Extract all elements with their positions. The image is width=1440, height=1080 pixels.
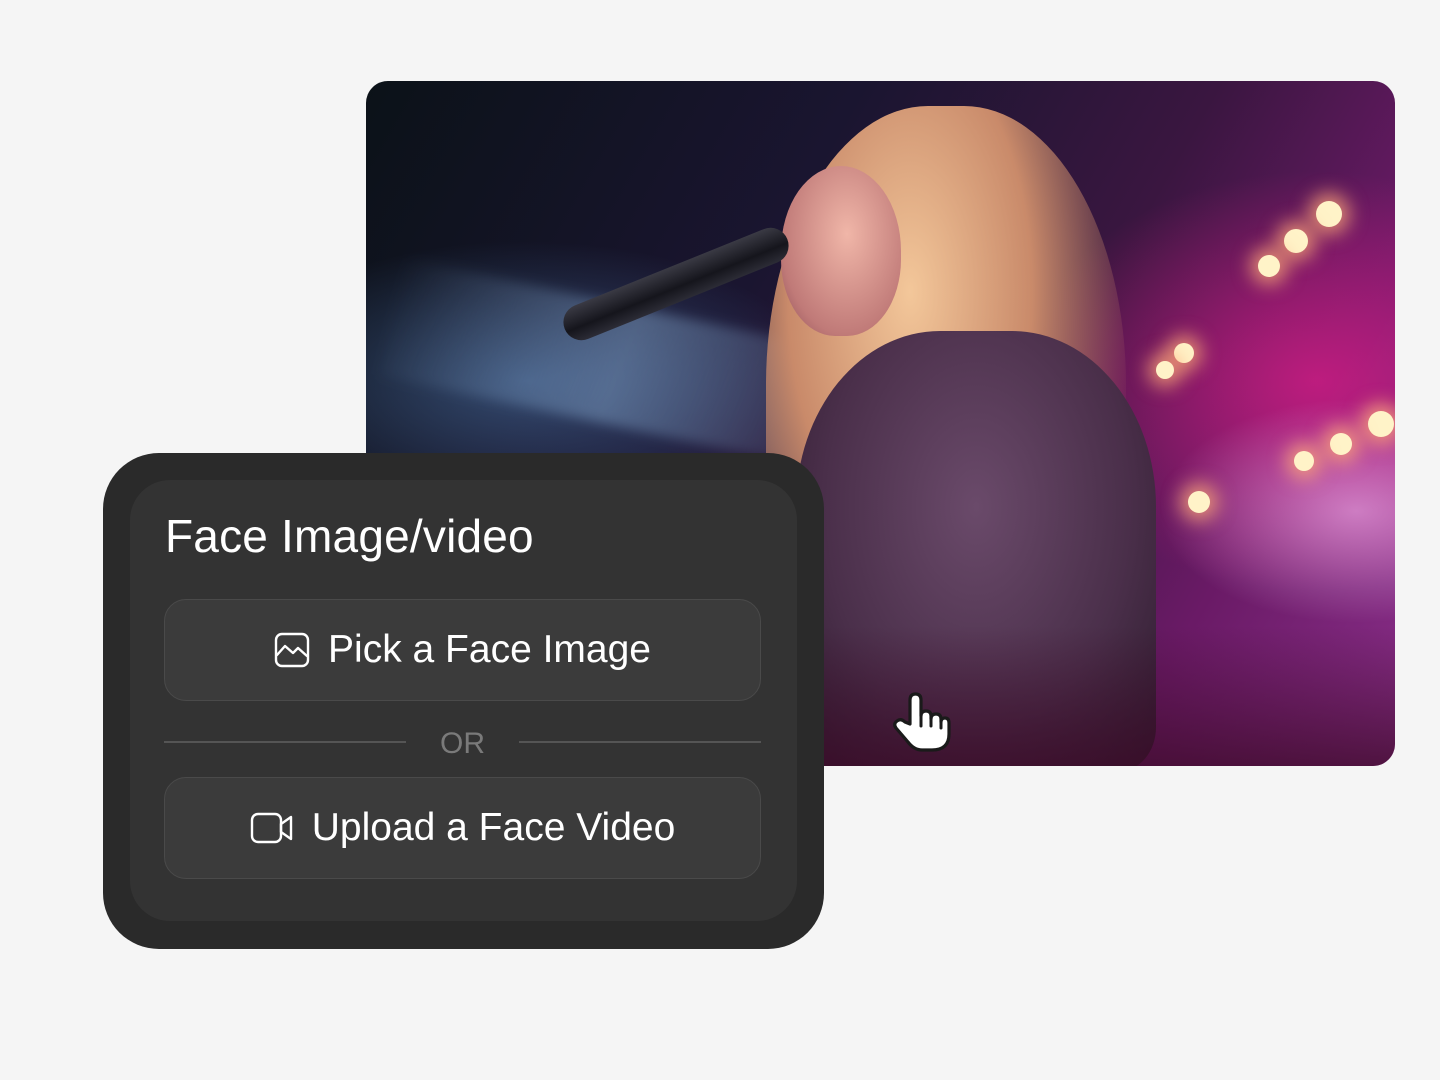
video-camera-icon bbox=[250, 811, 294, 845]
stage-light bbox=[1284, 229, 1308, 253]
upload-face-video-label: Upload a Face Video bbox=[311, 806, 676, 849]
image-icon bbox=[274, 632, 310, 668]
stage-light bbox=[1188, 491, 1210, 513]
pick-face-image-button[interactable]: Pick a Face Image bbox=[164, 599, 761, 701]
stage-light bbox=[1294, 451, 1314, 471]
stage-light bbox=[1174, 343, 1194, 363]
upload-face-video-button[interactable]: Upload a Face Video bbox=[164, 777, 761, 879]
stage-light bbox=[1368, 411, 1394, 437]
or-separator: OR bbox=[440, 727, 485, 760]
divider-left bbox=[164, 741, 406, 743]
stage-light bbox=[1316, 201, 1342, 227]
pick-face-image-label: Pick a Face Image bbox=[328, 628, 651, 671]
stage-light bbox=[1330, 433, 1352, 455]
divider-right bbox=[519, 741, 761, 743]
singer-face bbox=[781, 166, 901, 336]
panel-title: Face Image/video bbox=[165, 510, 534, 562]
stage-light bbox=[1258, 255, 1280, 277]
stage-light bbox=[1156, 361, 1174, 379]
hand-pointer-icon bbox=[890, 690, 952, 754]
